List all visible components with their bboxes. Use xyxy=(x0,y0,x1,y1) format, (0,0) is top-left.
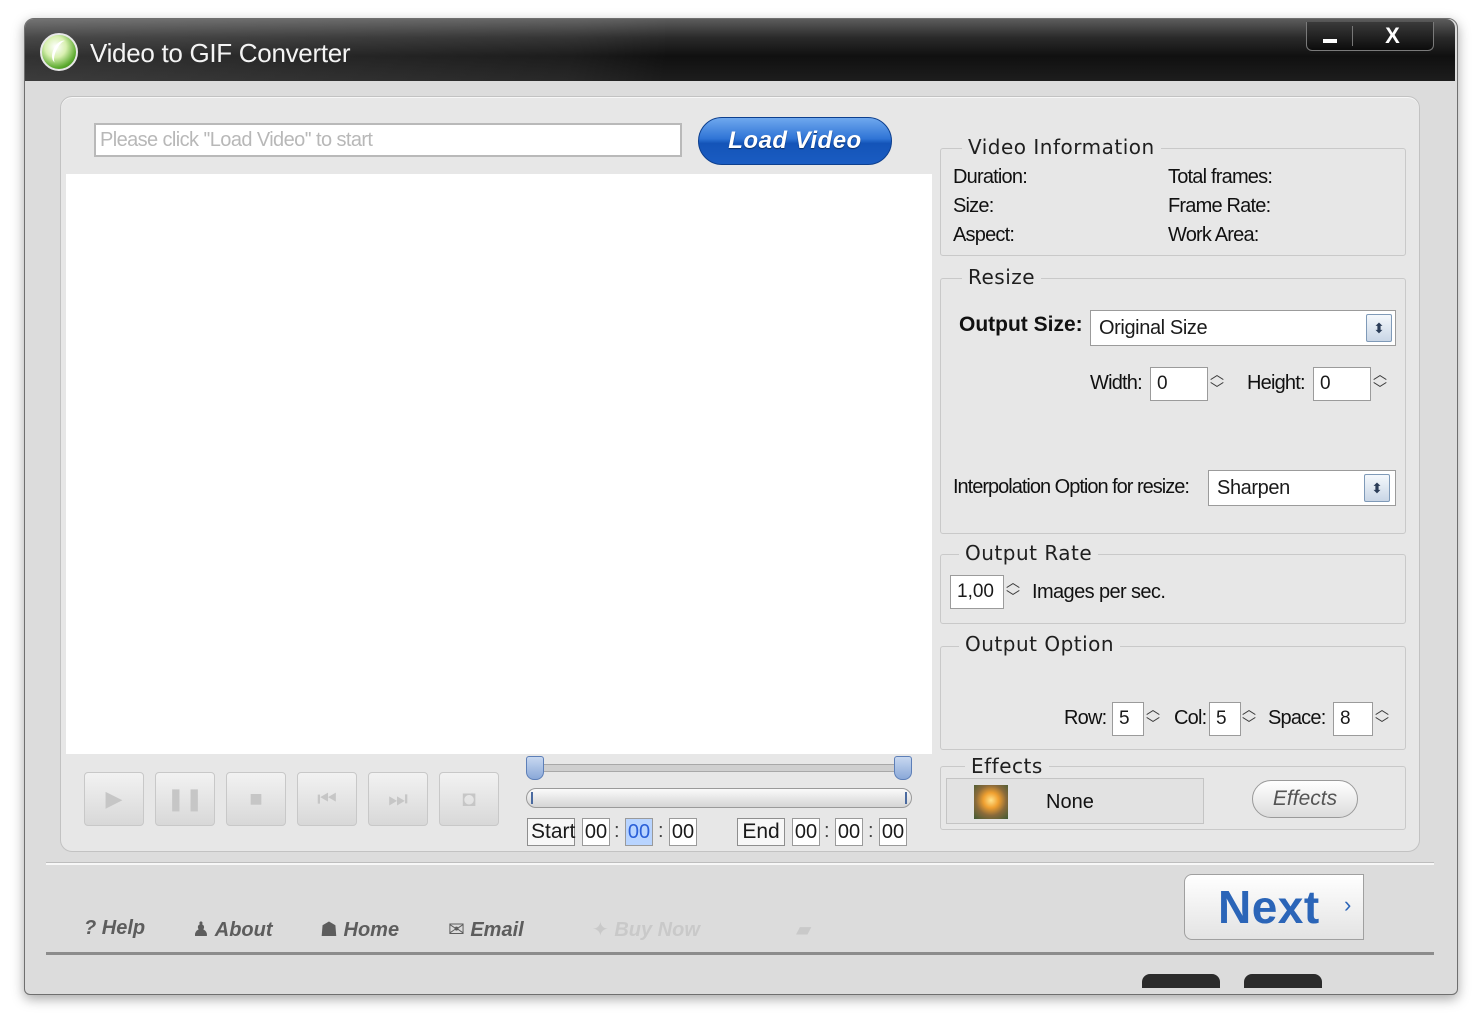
resize-title: Resize xyxy=(962,265,1042,289)
open-folder-icon[interactable]: ▰ xyxy=(796,917,811,942)
pause-button[interactable]: ❚❚ xyxy=(155,772,215,826)
help-label: Help xyxy=(101,917,146,939)
home-link[interactable]: ☗ Home xyxy=(320,917,399,942)
about-link[interactable]: ♟ About xyxy=(192,917,273,942)
output-size-label: Output Size: xyxy=(959,313,1083,336)
next-frame-icon: ⏭ xyxy=(388,786,408,811)
pause-icon: ❚❚ xyxy=(166,786,204,811)
height-label: Height: xyxy=(1247,372,1306,394)
play-button[interactable]: ▶ xyxy=(84,772,144,826)
close-button[interactable]: X xyxy=(1353,22,1432,50)
work-area-label: Work Area: xyxy=(1168,224,1259,246)
effect-thumbnail xyxy=(974,785,1008,819)
interpolation-label: Interpolation Option for resize: xyxy=(953,476,1190,498)
range-track xyxy=(535,764,905,772)
window-foot-left xyxy=(1142,974,1220,988)
current-effect-name: None xyxy=(1046,791,1094,813)
start-hours-field[interactable]: 00 xyxy=(582,818,610,846)
buy-now-link[interactable]: ✦ Buy Now xyxy=(592,917,700,942)
space-label: Space: xyxy=(1268,707,1326,729)
output-option-title: Output Option xyxy=(959,632,1121,656)
height-stepper-icon[interactable]: ︿ ﹀ xyxy=(1369,367,1391,401)
video-information-title: Video Information xyxy=(962,135,1161,159)
buy-now-label: Buy Now xyxy=(614,919,700,941)
app-logo-icon xyxy=(40,33,78,71)
play-icon: ▶ xyxy=(105,786,123,811)
output-size-value: Original Size xyxy=(1099,317,1208,339)
help-icon: ? xyxy=(84,917,102,939)
output-rate-title: Output Rate xyxy=(959,541,1099,565)
camera-icon: ◘ xyxy=(462,786,476,811)
end-hours-field[interactable]: 00 xyxy=(792,818,820,846)
next-frame-button[interactable]: ⏭ xyxy=(368,772,428,826)
time-separator: : xyxy=(824,820,830,842)
col-label: Col: xyxy=(1174,707,1207,729)
output-size-dropdown-icon[interactable]: ⬍ xyxy=(1366,314,1392,342)
output-size-select[interactable]: Original Size xyxy=(1090,310,1396,346)
row-label: Row: xyxy=(1064,707,1107,729)
duration-label: Duration: xyxy=(953,166,1028,188)
bottom-separator xyxy=(46,862,1434,865)
start-seconds-field[interactable]: 00 xyxy=(669,818,697,846)
col-stepper-icon[interactable]: ︿ ﹀ xyxy=(1238,702,1260,736)
home-icon: ☗ xyxy=(320,919,344,941)
width-stepper-icon[interactable]: ︿ ﹀ xyxy=(1206,367,1228,401)
previous-frame-button[interactable]: ⏮ xyxy=(297,772,357,826)
email-label: Email xyxy=(470,919,524,941)
next-arrow-icon: › xyxy=(1344,892,1352,917)
about-label: About xyxy=(214,919,273,941)
effects-button[interactable]: Effects xyxy=(1252,780,1358,818)
home-label: Home xyxy=(343,919,400,941)
output-rate-unit: Images per sec. xyxy=(1032,581,1166,603)
help-link[interactable]: ? Help xyxy=(84,917,145,940)
space-field[interactable]: 8 xyxy=(1333,702,1373,736)
start-minutes-field[interactable]: 00 xyxy=(625,818,653,846)
stop-icon: ■ xyxy=(249,786,263,811)
window-foot-right xyxy=(1244,974,1322,988)
effects-title: Effects xyxy=(965,754,1049,778)
range-start-marker[interactable] xyxy=(526,756,544,780)
width-field[interactable]: 0 xyxy=(1150,367,1208,401)
frame-rate-label: Frame Rate: xyxy=(1168,195,1271,217)
time-separator: : xyxy=(658,820,664,842)
email-icon: ✉ xyxy=(448,919,471,941)
interpolation-dropdown-icon[interactable]: ⬍ xyxy=(1364,474,1390,502)
person-icon: ♟ xyxy=(192,919,215,941)
stop-button[interactable]: ■ xyxy=(226,772,286,826)
window-title: Video to GIF Converter xyxy=(90,38,351,68)
next-button-label: Next xyxy=(1218,881,1320,933)
load-video-button[interactable]: Load Video xyxy=(698,117,892,165)
end-seconds-field[interactable]: 00 xyxy=(879,818,907,846)
time-separator: : xyxy=(614,820,620,842)
row-field[interactable]: 5 xyxy=(1112,702,1144,736)
total-frames-label: Total frames: xyxy=(1168,166,1273,188)
video-preview-area xyxy=(66,174,932,754)
width-label: Width: xyxy=(1090,372,1143,394)
size-label: Size: xyxy=(953,195,994,217)
aspect-label: Aspect: xyxy=(953,224,1015,246)
row-stepper-icon[interactable]: ︿ ﹀ xyxy=(1142,702,1164,736)
output-rate-stepper-icon[interactable]: ︿ ﹀ xyxy=(1002,575,1024,609)
time-separator: : xyxy=(868,820,874,842)
space-stepper-icon[interactable]: ︿ ﹀ xyxy=(1371,702,1393,736)
bottom-border xyxy=(46,952,1434,955)
range-end-marker[interactable] xyxy=(894,756,912,780)
cart-icon: ✦ xyxy=(592,919,615,941)
start-time-label: Start xyxy=(527,818,575,846)
snapshot-button[interactable]: ◘ xyxy=(439,772,499,826)
col-field[interactable]: 5 xyxy=(1209,702,1241,736)
previous-frame-icon: ⏮ xyxy=(317,786,337,811)
height-field[interactable]: 0 xyxy=(1313,367,1371,401)
end-time-label: End xyxy=(737,818,785,846)
email-link[interactable]: ✉ Email xyxy=(448,917,524,942)
position-slider[interactable] xyxy=(526,788,912,808)
video-path-input[interactable] xyxy=(94,123,682,157)
minimize-button[interactable] xyxy=(1306,22,1352,50)
end-minutes-field[interactable]: 00 xyxy=(835,818,863,846)
interpolation-value: Sharpen xyxy=(1217,477,1290,499)
output-rate-field[interactable]: 1,00 xyxy=(950,575,1004,609)
